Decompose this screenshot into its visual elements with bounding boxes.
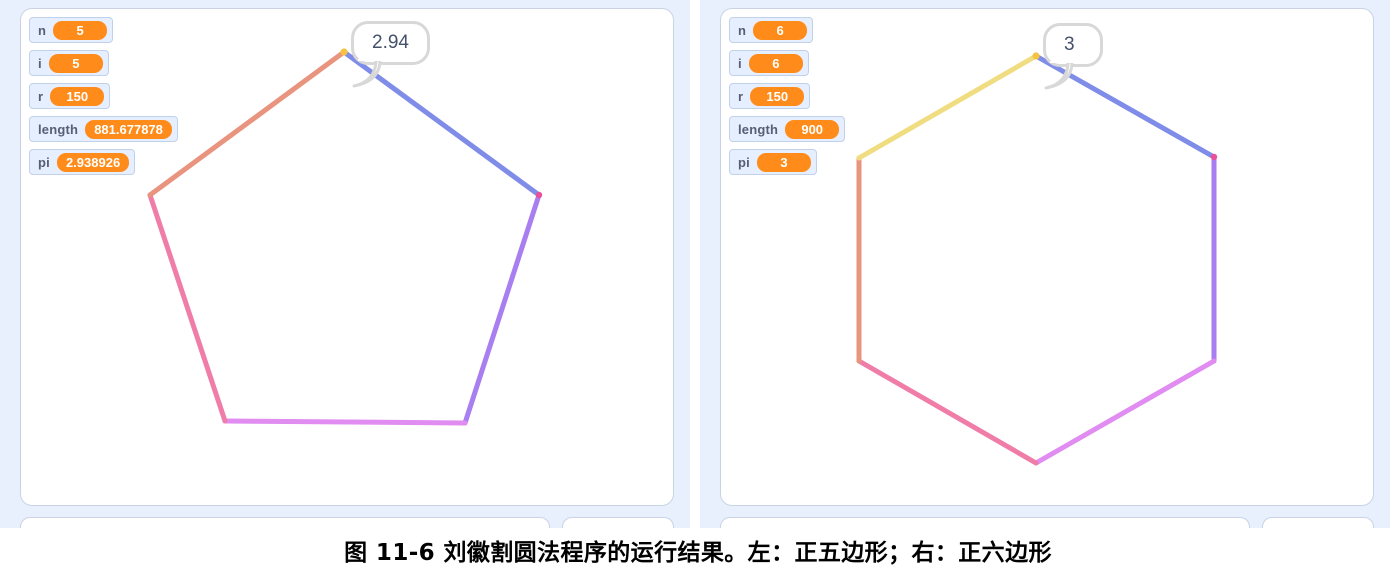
monitor-value: 881.677878 [85, 119, 172, 139]
variable-monitors-right: n 6 i 6 r 150 length 900 pi 3 [729, 17, 846, 182]
variable-monitors-left: n 5 i 5 r 150 length 881.677878 pi 2.938926 [29, 17, 178, 182]
monitor-row: n5 [29, 17, 178, 50]
monitor-label: i [38, 55, 42, 71]
sprite-pane-left[interactable] [20, 517, 550, 528]
monitor-label: length [738, 121, 779, 137]
variable-monitor-length[interactable]: length 881.677878 [29, 116, 178, 142]
polygon-edge [147, 49, 347, 198]
bubble-tail-icon [1044, 61, 1076, 90]
speech-bubble-left: 2.94 [351, 21, 430, 88]
variable-monitor-pi[interactable]: pi 2.938926 [29, 149, 136, 175]
polygon-edge [1033, 358, 1217, 466]
monitor-row: length 900 [729, 116, 846, 149]
variable-monitor-r[interactable]: r 150 [29, 83, 111, 109]
sprite-position-dot [1210, 153, 1218, 161]
variable-monitor-pi[interactable]: pi 3 [729, 149, 817, 175]
monitor-row: pi 2.938926 [29, 149, 178, 182]
pen-start-dot [1032, 52, 1040, 60]
monitor-label: pi [738, 154, 750, 170]
scratch-window-left: n 5 i 5 r 150 length 881.677878 pi 2.938926 2.94 [0, 0, 690, 528]
monitor-label: r [38, 88, 44, 104]
polygon-edge [462, 192, 542, 426]
pen-start-dot [340, 48, 348, 56]
monitor-row: r 150 [729, 83, 845, 116]
monitor-row: pi 3 [729, 149, 845, 182]
polygon-edge [856, 53, 1039, 161]
monitor-value: 5 [53, 20, 108, 40]
stage-hexagon[interactable]: n 6 i 6 r 150 length 900 pi 3 3 [720, 8, 1374, 506]
variable-monitor-n[interactable]: n5 [29, 17, 114, 43]
bubble-text: 2.94 [372, 32, 409, 53]
monitor-label: n [738, 22, 747, 38]
sprite-position-dot [535, 191, 543, 199]
speech-bubble-right: 3 [1043, 23, 1103, 90]
sprite-pane-right[interactable] [720, 517, 1250, 528]
monitor-row: r 150 [29, 83, 178, 116]
monitor-row: i6 [729, 50, 845, 83]
scratch-window-right: n 6 i 6 r 150 length 900 pi 3 3 [700, 0, 1390, 528]
monitor-label: pi [38, 154, 50, 170]
variable-monitor-i[interactable]: i5 [29, 50, 109, 76]
monitor-row: length 881.677878 [29, 116, 178, 149]
monitor-value: 150 [750, 86, 805, 106]
monitor-label: length [38, 121, 79, 137]
monitor-label: i [738, 55, 742, 71]
monitor-label: r [738, 88, 744, 104]
monitor-value: 150 [50, 86, 105, 106]
figure-root: n 5 i 5 r 150 length 881.677878 pi 2.938926 2.94 … [0, 0, 1396, 582]
monitor-value: 3 [756, 152, 811, 172]
polygon-edge [147, 192, 228, 424]
monitor-value: 6 [753, 20, 808, 40]
bubble-text: 3 [1064, 34, 1075, 55]
stage-selector-left[interactable] [562, 517, 674, 528]
monitor-value: 900 [785, 119, 840, 139]
monitor-value: 6 [748, 53, 803, 73]
variable-monitor-i[interactable]: i6 [729, 50, 809, 76]
monitor-value: 2.938926 [56, 152, 130, 172]
stage-selector-right[interactable] [1262, 517, 1374, 528]
variable-monitor-n[interactable]: n6 [729, 17, 814, 43]
monitor-row: n6 [729, 17, 845, 50]
polygon-edge [856, 358, 1039, 466]
figure-caption: 图 11-6 刘徽割圆法程序的运行结果。左：正五边形；右：正六边形 [344, 540, 1052, 566]
variable-monitor-length[interactable]: length 900 [729, 116, 846, 142]
variable-monitor-r[interactable]: r 150 [729, 83, 811, 109]
monitor-label: n [38, 22, 47, 38]
bubble-tail-icon [352, 59, 384, 88]
monitor-value: 5 [48, 53, 103, 73]
monitor-row: i5 [29, 50, 178, 83]
polygon-edge [222, 418, 468, 426]
stage-pentagon[interactable]: n 5 i 5 r 150 length 881.677878 pi 2.938926 2.94 [20, 8, 674, 506]
